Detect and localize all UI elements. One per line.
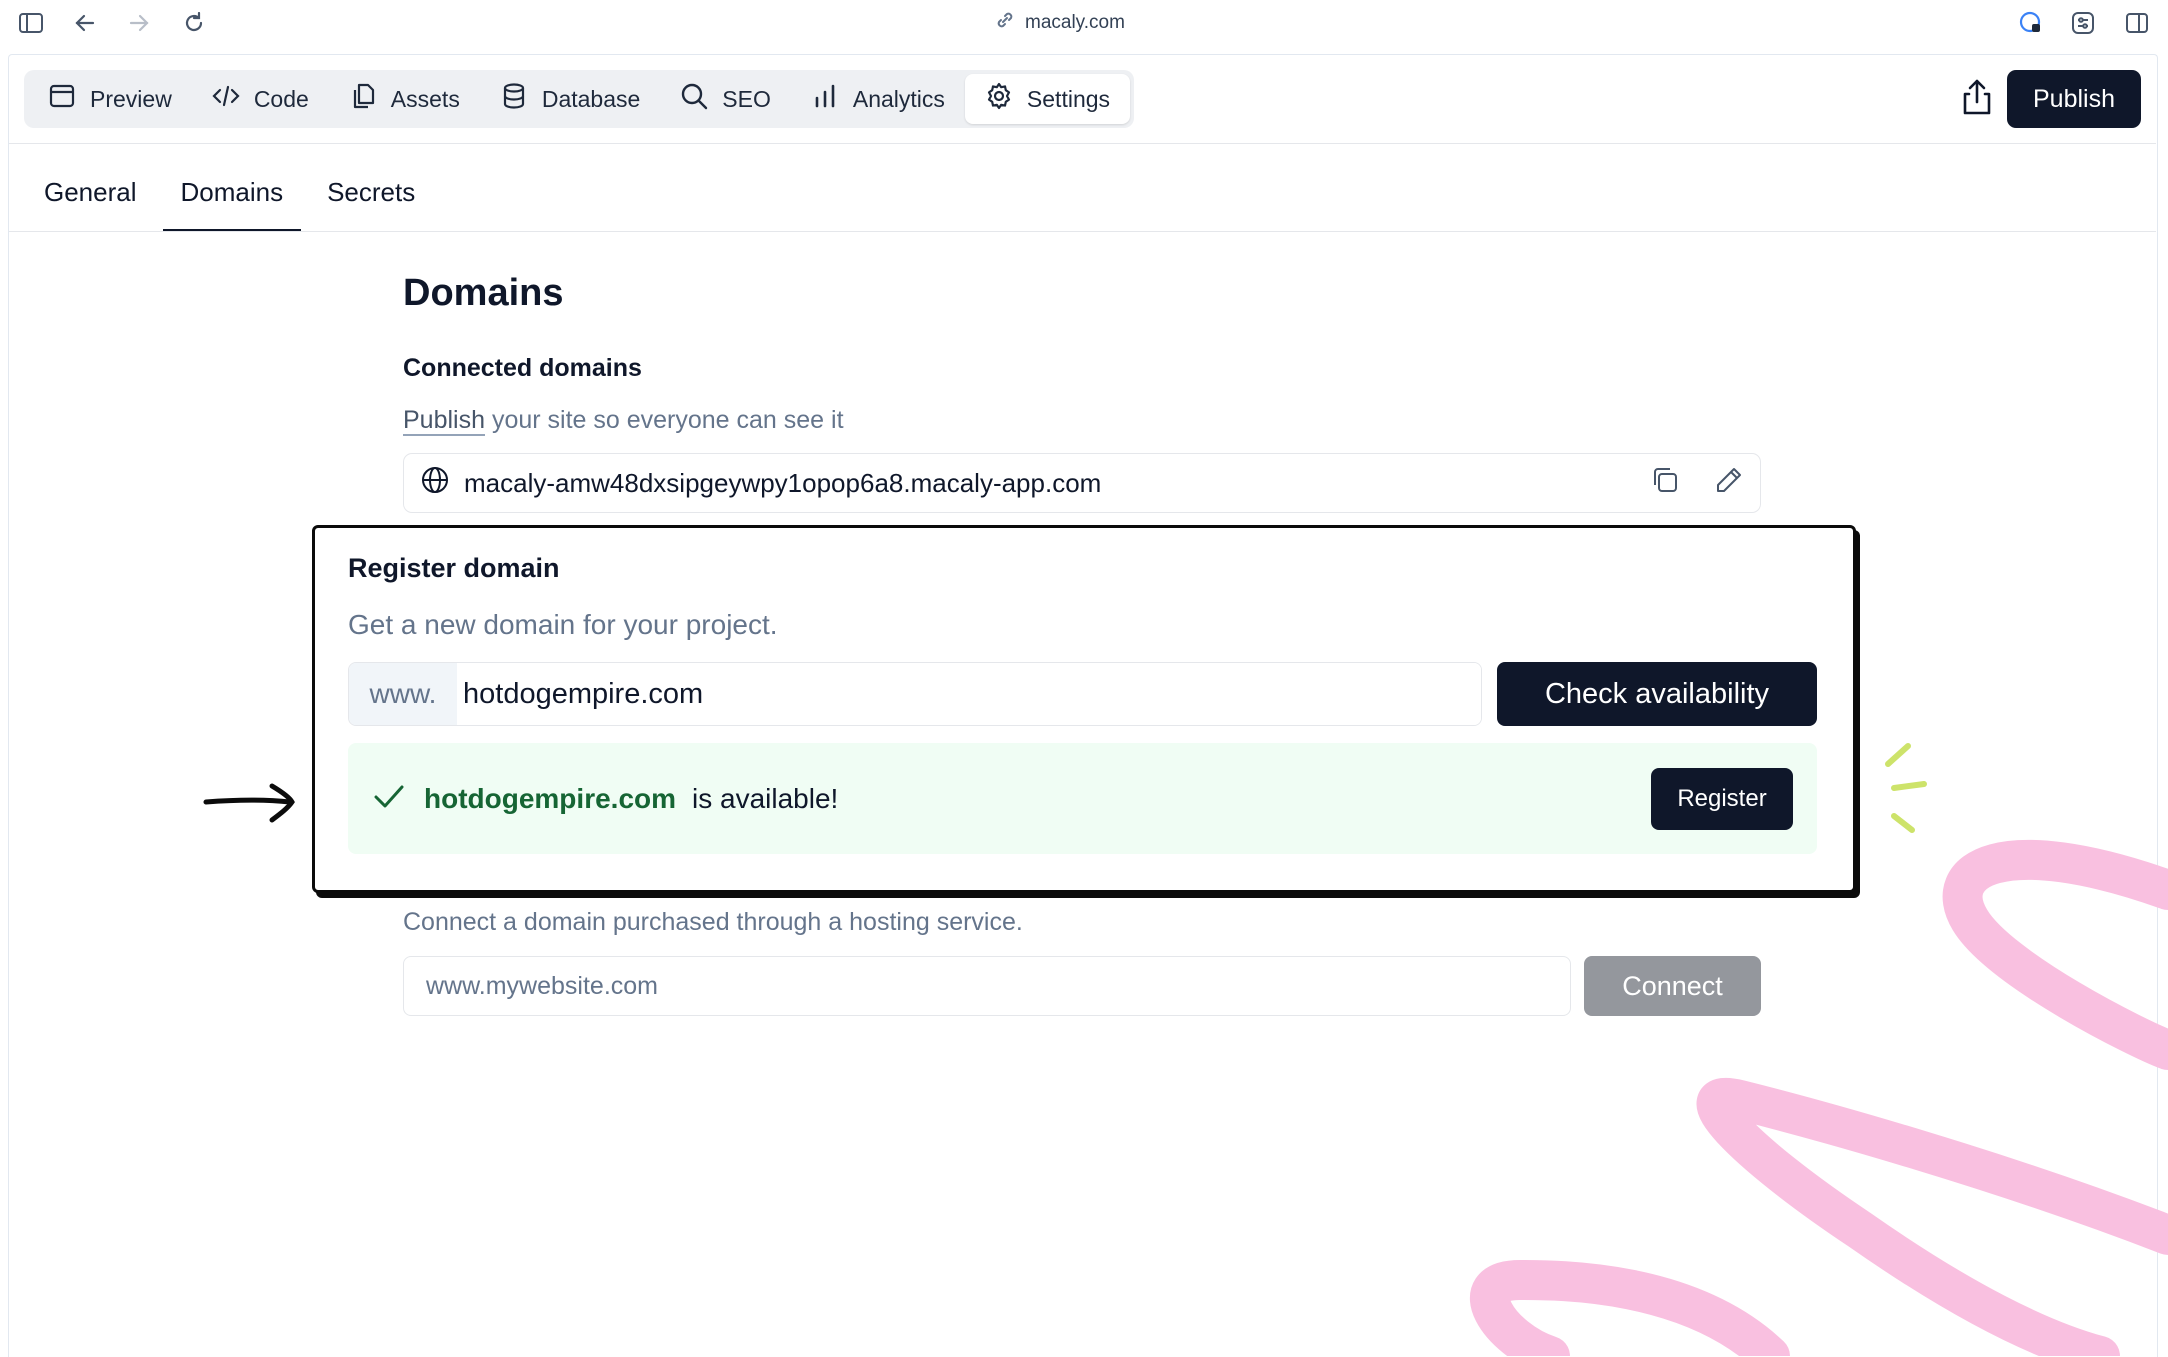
address-bar[interactable]: macaly.com <box>995 8 1125 38</box>
available-domain-name: hotdogempire.com <box>424 782 677 814</box>
bar-chart-icon <box>811 82 839 116</box>
register-domain-description: Get a new domain for your project. <box>348 609 778 640</box>
back-arrow-icon[interactable] <box>70 8 100 38</box>
gear-icon <box>985 82 1013 116</box>
toolbar-code-label: Code <box>253 85 309 112</box>
settings-sliders-icon[interactable] <box>2068 8 2098 38</box>
tab-domains[interactable]: Domains <box>162 168 302 232</box>
connected-domains-heading: Connected domains <box>403 354 642 382</box>
availability-result: hotdogempire.com is available! Register <box>348 743 1817 854</box>
toolbar-preview-label: Preview <box>90 85 172 112</box>
toolbar-seo[interactable]: SEO <box>660 74 791 124</box>
tab-secrets[interactable]: Secrets <box>309 168 433 232</box>
toolbar-code[interactable]: Code <box>192 74 329 124</box>
available-message: is available! <box>692 782 839 814</box>
assets-files-icon <box>349 82 377 116</box>
tabs-divider <box>9 231 2156 232</box>
www-prefix: www. <box>349 663 457 725</box>
toolbar-seo-label: SEO <box>722 85 771 112</box>
app-toolbar: Preview Code Assets Database SEO Analyti… <box>24 70 1135 128</box>
link-icon <box>995 10 1015 36</box>
register-domain-title: Register domain <box>348 553 560 583</box>
connected-domain-row: macaly-amw48dxsipgeywpy1opop6a8.macaly-a… <box>403 453 1761 513</box>
domain-search-field: www. <box>348 662 1482 726</box>
share-icon <box>1961 78 1993 121</box>
toolbar-preview[interactable]: Preview <box>28 74 192 124</box>
toolbar-analytics-label: Analytics <box>852 85 945 112</box>
publish-link[interactable]: Publish <box>403 406 485 434</box>
forward-arrow-icon[interactable] <box>124 8 154 38</box>
toolbar-assets-label: Assets <box>390 85 460 112</box>
sparkle-decoration <box>1885 743 1927 833</box>
code-icon <box>212 82 240 116</box>
publish-description-text: your site so everyone can see it <box>485 406 844 434</box>
extension-icon[interactable] <box>2016 8 2046 38</box>
split-view-icon[interactable] <box>2122 8 2152 38</box>
reload-icon[interactable] <box>179 8 209 38</box>
sidebar-toggle-icon[interactable] <box>16 8 46 38</box>
toolbar-settings-label: Settings <box>1026 85 1111 112</box>
preview-window-icon <box>48 82 76 116</box>
connect-domain-input[interactable] <box>403 956 1571 1016</box>
url-text: macaly.com <box>1025 12 1125 33</box>
tab-general[interactable]: General <box>26 168 155 232</box>
register-button[interactable]: Register <box>1651 767 1793 830</box>
database-icon <box>500 82 528 116</box>
toolbar-database[interactable]: Database <box>480 74 660 124</box>
check-availability-button[interactable]: Check availability <box>1497 662 1817 726</box>
edit-pencil-icon[interactable] <box>1714 465 1744 502</box>
domain-search-input[interactable] <box>457 663 1481 725</box>
settings-tabs: General Domains Secrets <box>26 168 433 232</box>
toolbar-analytics[interactable]: Analytics <box>791 74 965 124</box>
connect-domain-description: Connect a domain purchased through a hos… <box>403 908 1023 936</box>
arrow-annotation-icon <box>203 783 295 823</box>
toolbar-assets[interactable]: Assets <box>329 74 480 124</box>
connected-domains-description: Publish your site so everyone can see it <box>403 406 844 435</box>
toolbar-database-label: Database <box>541 85 641 112</box>
search-icon <box>680 82 708 116</box>
globe-icon <box>420 465 450 502</box>
copy-icon[interactable] <box>1650 465 1680 502</box>
connect-button[interactable]: Connect <box>1584 956 1761 1016</box>
toolbar-settings[interactable]: Settings <box>964 74 1131 124</box>
share-button[interactable] <box>1955 76 1999 122</box>
publish-button[interactable]: Publish <box>2007 70 2141 128</box>
checkmark-icon <box>372 781 406 816</box>
page-title: Domains <box>403 272 564 314</box>
toolbar-divider <box>9 143 2156 144</box>
connected-domain-text: macaly-amw48dxsipgeywpy1opop6a8.macaly-a… <box>464 467 1102 498</box>
